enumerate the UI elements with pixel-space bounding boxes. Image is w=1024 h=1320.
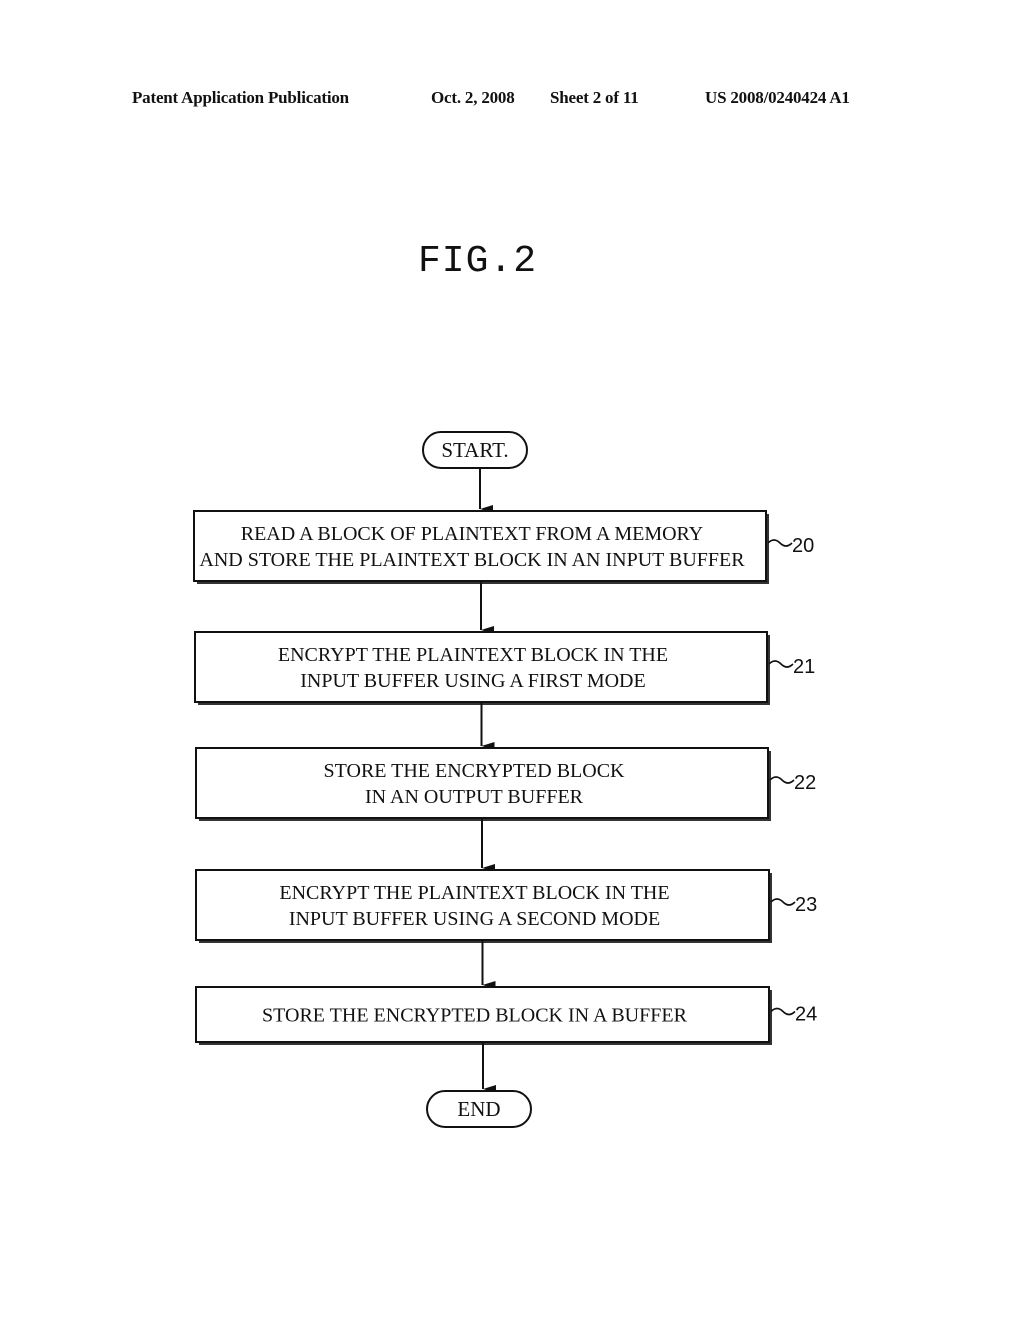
process-step-24: STORE THE ENCRYPTED BLOCK IN A BUFFER 24 [195,986,817,1045]
reference-leader [769,776,795,784]
end-terminal: END [426,1090,532,1128]
start-label: START. [441,438,508,462]
step-text-line: READ A BLOCK OF PLAINTEXT FROM A MEMORY [241,523,703,545]
reference-numeral: 20 [792,535,814,557]
step-text-line: INPUT BUFFER USING A SECOND MODE [289,908,660,930]
step-text-line: ENCRYPT THE PLAINTEXT BLOCK IN THE [279,882,669,904]
start-terminal: START. [422,431,528,469]
reference-numeral: 24 [795,1004,817,1026]
step-text-line: STORE THE ENCRYPTED BLOCK IN A BUFFER [262,1005,688,1027]
process-step-23: ENCRYPT THE PLAINTEXT BLOCK IN THE INPUT … [195,869,817,943]
process-step-20: READ A BLOCK OF PLAINTEXT FROM A MEMORY A… [193,510,814,584]
reference-numeral: 23 [795,894,817,916]
step-text-line: ENCRYPT THE PLAINTEXT BLOCK IN THE [278,644,668,666]
end-label: END [457,1097,500,1121]
step-text-line: AND STORE THE PLAINTEXT BLOCK IN AN INPU… [199,549,745,571]
process-step-22: STORE THE ENCRYPTED BLOCK IN AN OUTPUT BU… [195,747,816,821]
reference-leader [768,660,794,668]
reference-numeral: 22 [794,772,816,794]
step-text-line: INPUT BUFFER USING A FIRST MODE [300,670,645,692]
flowchart: START. READ A BLOCK OF PLAINTEXT FROM A … [193,431,817,1128]
reference-leader [767,539,793,547]
process-step-21: ENCRYPT THE PLAINTEXT BLOCK IN THE INPUT … [194,631,815,705]
reference-leader [770,898,796,906]
reference-leader [770,1007,796,1016]
step-text-line: STORE THE ENCRYPTED BLOCK [324,760,626,782]
reference-numeral: 21 [793,656,815,678]
step-text-line: IN AN OUTPUT BUFFER [365,786,584,808]
